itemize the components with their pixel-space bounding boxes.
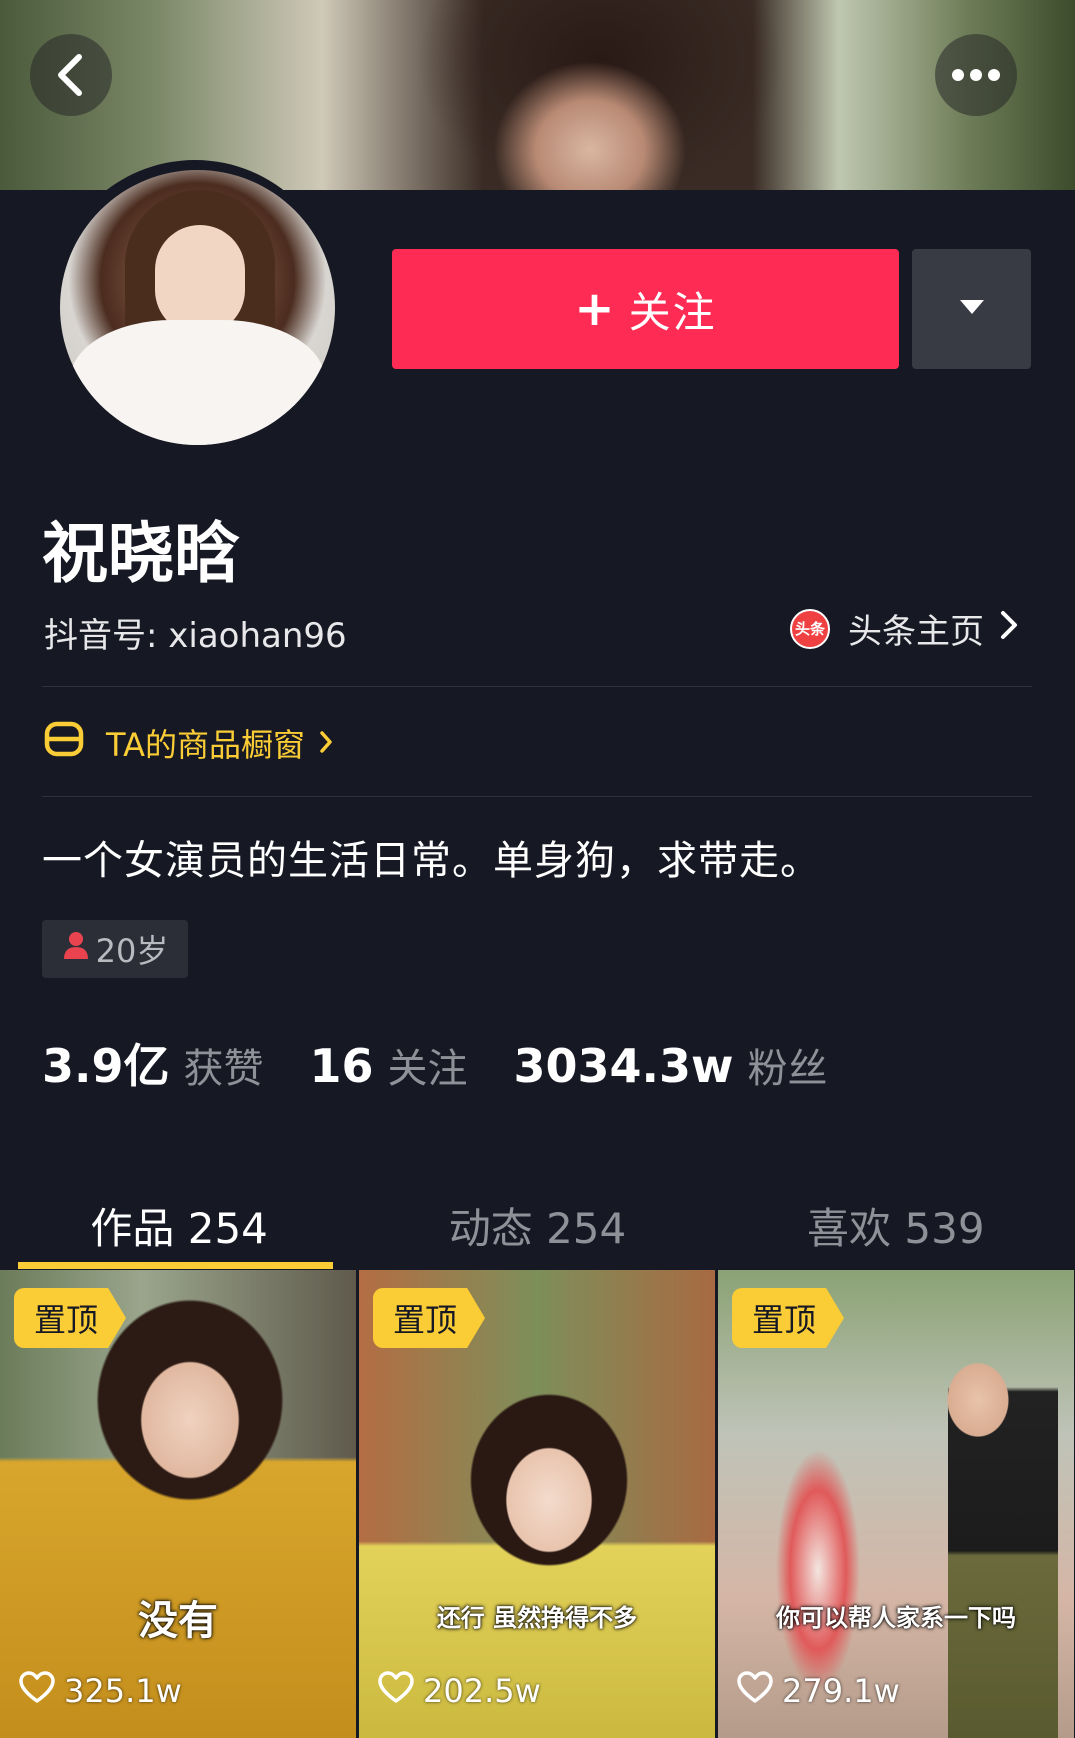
triangle-down-icon [959, 299, 985, 319]
toutiao-logo-icon: 头条 [790, 608, 830, 649]
video-likes: 279.1w [736, 1670, 900, 1712]
douyin-id: 抖音号: xiaohan96 [44, 616, 347, 656]
stat-following-value: 16 [309, 1039, 374, 1093]
video-caption: 还行 虽然挣得不多 [436, 1604, 638, 1632]
profile-name: 祝晓晗 [42, 515, 240, 592]
tab-likes[interactable]: 喜欢 539 [717, 1180, 1075, 1270]
pinned-badge: 置顶 [373, 1288, 486, 1348]
stat-likes-value: 3.9亿 [42, 1039, 170, 1093]
video-caption: 你可以帮人家系一下吗 [776, 1604, 1016, 1632]
divider [42, 796, 1032, 797]
toutiao-label: 头条主页 [848, 612, 984, 652]
stat-following-label: 关注 [387, 1046, 468, 1092]
more-button[interactable] [935, 34, 1017, 116]
video-likes: 202.5w [377, 1670, 541, 1712]
chevron-left-icon [53, 53, 89, 97]
follow-button[interactable]: + 关注 [392, 249, 899, 369]
bio-text: 一个女演员的生活日常。单身狗，求带走。 [42, 838, 821, 884]
profile-stats: 3.9亿 获赞 16 关注 3034.3w 粉丝 [42, 1030, 874, 1096]
profile-tabs: 作品 254 动态 254 喜欢 539 [0, 1180, 1075, 1270]
heart-icon [377, 1670, 423, 1712]
stat-followers[interactable]: 3034.3w 粉丝 [514, 1036, 828, 1094]
tab-active-indicator [18, 1262, 333, 1269]
age-tag: 20岁 [42, 920, 188, 978]
shop-window-link[interactable]: TA的商品橱窗 [44, 720, 333, 766]
video-caption: 没有 [138, 1598, 218, 1644]
stat-followers-label: 粉丝 [747, 1046, 828, 1092]
age-label: 20岁 [95, 932, 169, 970]
chevron-right-icon [319, 724, 333, 762]
video-likes-count: 279.1w [782, 1672, 900, 1710]
divider [42, 686, 1032, 687]
heart-icon [18, 1670, 64, 1712]
toutiao-homepage-link[interactable]: 头条 头条主页 [790, 604, 1018, 653]
plus-icon: + [574, 281, 617, 337]
tab-works[interactable]: 作品 254 [0, 1180, 358, 1270]
video-thumbnail[interactable]: 置顶 还行 虽然挣得不多 202.5w [359, 1270, 715, 1738]
heart-icon [736, 1670, 782, 1712]
follow-label: 关注 [628, 287, 717, 337]
stat-likes-label: 获赞 [183, 1046, 264, 1092]
shop-bag-icon [44, 721, 84, 765]
video-likes: 325.1w [18, 1670, 182, 1712]
avatar[interactable] [60, 170, 335, 445]
video-thumbnail[interactable]: 置顶 你可以帮人家系一下吗 279.1w [718, 1270, 1074, 1738]
shop-label: TA的商品橱窗 [106, 726, 305, 764]
pinned-badge: 置顶 [732, 1288, 845, 1348]
stat-following[interactable]: 16 关注 [310, 1036, 468, 1094]
recommend-dropdown-button[interactable] [912, 249, 1031, 369]
stat-followers-value: 3034.3w [513, 1039, 734, 1093]
chevron-right-icon [1000, 609, 1018, 649]
tab-activity[interactable]: 动态 254 [358, 1180, 716, 1270]
video-grid: 置顶 没有 325.1w 置顶 还行 虽然挣得不多 202.5w 置顶 你可以帮… [0, 1270, 1075, 1738]
video-thumbnail[interactable]: 置顶 没有 325.1w [0, 1270, 356, 1738]
cover-image [0, 0, 1075, 190]
stat-likes: 3.9亿 获赞 [42, 1030, 264, 1096]
more-dots-icon [951, 68, 1001, 82]
female-user-icon [62, 930, 96, 968]
back-button[interactable] [30, 34, 112, 116]
pinned-badge: 置顶 [14, 1288, 127, 1348]
video-likes-count: 202.5w [423, 1672, 541, 1710]
video-likes-count: 325.1w [64, 1672, 182, 1710]
